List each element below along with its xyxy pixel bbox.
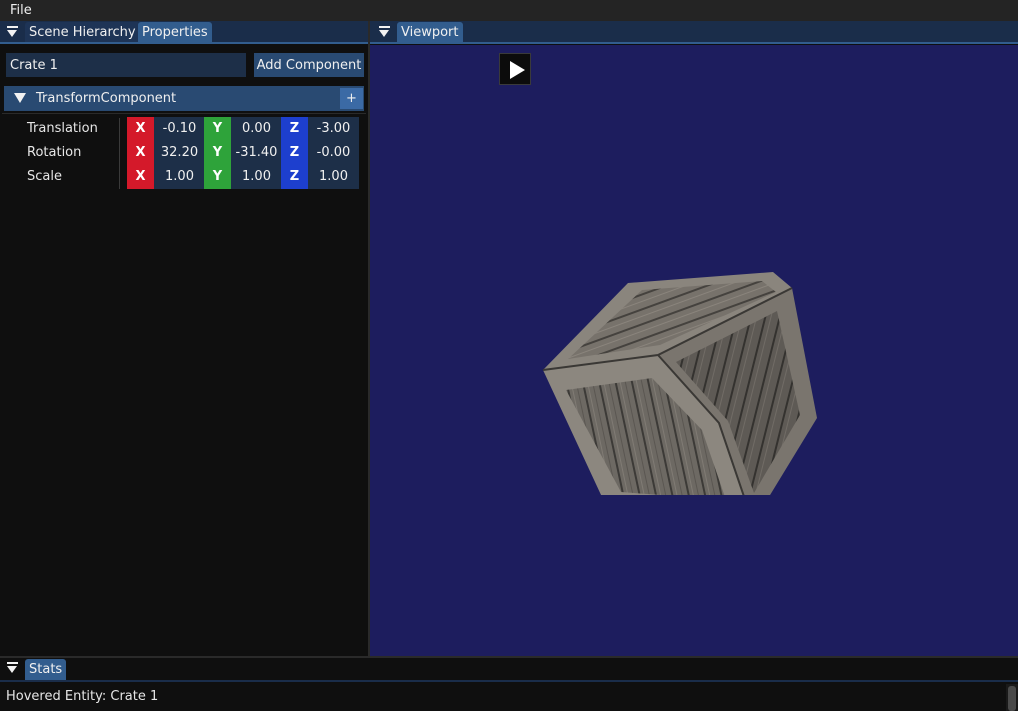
add-component-button[interactable]: Add Component [254, 53, 364, 77]
play-button[interactable] [499, 53, 531, 85]
menu-bar: File [0, 0, 1018, 21]
scale-y-reset-button[interactable]: Y [204, 165, 231, 189]
tab-viewport[interactable]: Viewport [397, 22, 463, 44]
translation-z-field[interactable]: -3.00 [308, 117, 359, 141]
translation-y-reset-button[interactable]: Y [204, 117, 231, 141]
tab-scene-hierarchy[interactable]: Scene Hierarchy [25, 22, 140, 44]
stats-panel: Hovered Entity: Crate 1 [0, 682, 1018, 711]
scale-label: Scale [27, 169, 62, 184]
collapse-triangle-icon[interactable] [3, 24, 21, 42]
translation-z-reset-button[interactable]: Z [281, 117, 308, 141]
entity-name-input[interactable] [6, 53, 246, 77]
stats-scrollbar[interactable] [1006, 684, 1018, 711]
rotation-x-field[interactable]: 32.20 [154, 141, 205, 165]
tab-underline [370, 42, 1018, 44]
crate-model [542, 272, 817, 495]
expand-arrow-icon[interactable] [14, 93, 26, 103]
rotation-label: Rotation [27, 145, 82, 160]
hovered-entity-text: Hovered Entity: Crate 1 [6, 689, 159, 704]
scrollbar-thumb[interactable] [1008, 686, 1016, 711]
viewport[interactable] [370, 45, 1018, 656]
collapse-triangle-icon[interactable] [375, 24, 393, 42]
scale-z-field[interactable]: 1.00 [308, 165, 359, 189]
scale-x-field[interactable]: 1.00 [154, 165, 205, 189]
tab-stats[interactable]: Stats [25, 659, 67, 681]
translation-row: Translation X -0.10 Y 0.00 Z -3.00 [0, 117, 368, 141]
rotation-row: Rotation X 32.20 Y -31.40 Z -0.00 [0, 141, 368, 165]
translation-x-reset-button[interactable]: X [127, 117, 154, 141]
rotation-z-reset-button[interactable]: Z [281, 141, 308, 165]
viewport-tabbar: Viewport [370, 21, 1018, 44]
properties-panel: Add Component TransformComponent + Trans… [0, 45, 368, 656]
scale-row: Scale X 1.00 Y 1.00 Z 1.00 [0, 165, 368, 189]
translation-label: Translation [27, 121, 98, 136]
transform-component-header[interactable]: TransformComponent + [4, 86, 364, 111]
menu-file[interactable]: File [3, 0, 39, 21]
collapse-triangle-icon[interactable] [3, 660, 21, 678]
component-title: TransformComponent [36, 91, 177, 106]
scale-z-reset-button[interactable]: Z [281, 165, 308, 189]
stats-tabbar: Stats [0, 658, 1018, 681]
play-icon [510, 61, 525, 79]
scale-x-reset-button[interactable]: X [127, 165, 154, 189]
left-panel-tabbar: Scene Hierarchy Properties [0, 21, 368, 44]
tab-properties[interactable]: Properties [138, 22, 212, 44]
rotation-y-field[interactable]: -31.40 [231, 141, 282, 165]
scale-y-field[interactable]: 1.00 [231, 165, 282, 189]
translation-y-field[interactable]: 0.00 [231, 117, 282, 141]
component-add-button[interactable]: + [340, 88, 363, 109]
translation-x-field[interactable]: -0.10 [154, 117, 205, 141]
tab-underline [0, 42, 368, 44]
rotation-x-reset-button[interactable]: X [127, 141, 154, 165]
divider [2, 113, 366, 114]
rotation-z-field[interactable]: -0.00 [308, 141, 359, 165]
rotation-y-reset-button[interactable]: Y [204, 141, 231, 165]
